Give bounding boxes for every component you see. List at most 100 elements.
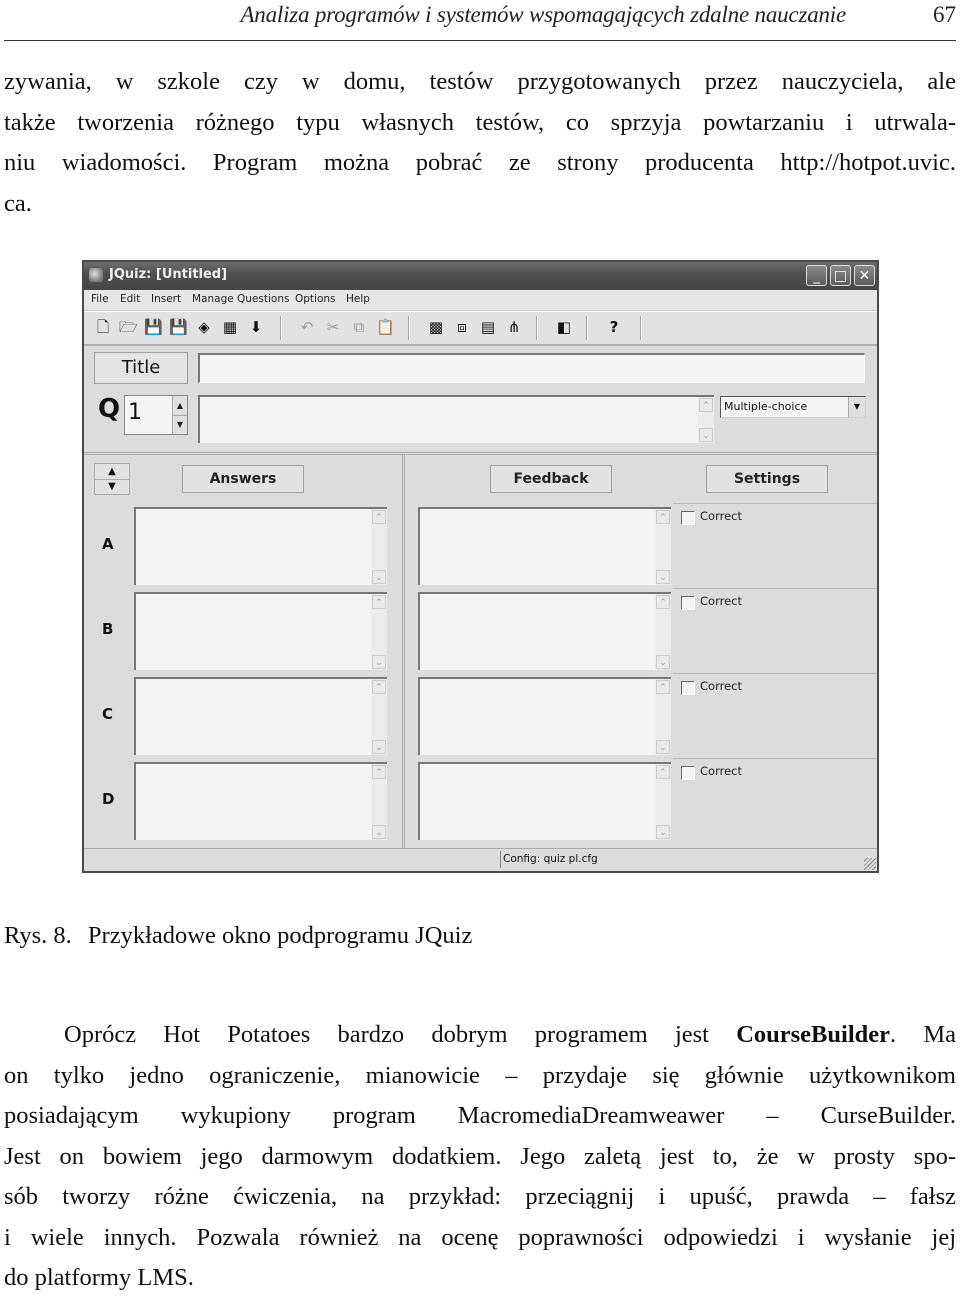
copy-icon[interactable]: ⧉ (350, 318, 368, 336)
help-icon[interactable]: ? (605, 318, 623, 336)
question-text-input[interactable]: ⌃ ⌄ (198, 395, 714, 443)
feedback-b-input[interactable]: ⌃ ⌄ (418, 592, 671, 670)
download-arrow-icon[interactable]: ⬇ (247, 318, 265, 336)
scrollbar[interactable]: ⌃ ⌄ (655, 594, 671, 670)
text-line-content: Oprócz Hot Potatoes bardzo dobrym progra… (64, 1021, 956, 1048)
app-icon (89, 268, 103, 282)
menu-edit[interactable]: Edit (120, 293, 140, 305)
scrollbar[interactable]: ⌃ ⌄ (371, 509, 387, 585)
answer-d-input[interactable]: ⌃ ⌄ (134, 762, 387, 840)
feedback-a-input[interactable]: ⌃ ⌄ (418, 507, 671, 585)
move-down-icon[interactable]: ▼ (95, 479, 129, 494)
scrollbar[interactable]: ⌃ ⌄ (371, 679, 387, 755)
text-line: do platformy LMS. (4, 1264, 194, 1291)
product-name: CourseBuilder (736, 1021, 890, 1048)
scrollbar[interactable]: ⌃ ⌄ (655, 679, 671, 755)
scroll-down-icon[interactable]: ⌄ (656, 825, 670, 839)
add-picture-icon[interactable]: ▩ (427, 318, 445, 336)
menu-bar: File Edit Insert Manage Questions Option… (84, 290, 877, 311)
answers-button[interactable]: Answers (182, 465, 304, 493)
correct-c-checkbox[interactable] (681, 681, 695, 695)
scrollbar[interactable]: ⌃ ⌄ (655, 764, 671, 840)
cut-icon[interactable]: ✂ (324, 318, 342, 336)
correct-b-checkbox[interactable] (681, 596, 695, 610)
text-line: sób tworzy różne ćwiczenia, na przykład:… (4, 1183, 956, 1210)
question-type-select[interactable]: Multiple-choice ▼ (720, 396, 866, 418)
config-icon[interactable]: ◧ (555, 318, 573, 336)
scrollbar[interactable]: ⌃ ⌄ (371, 764, 387, 840)
scroll-down-icon[interactable]: ⌄ (372, 655, 386, 669)
toolbar-separator (408, 316, 410, 340)
feedback-button[interactable]: Feedback (490, 465, 612, 493)
resize-grip-icon[interactable] (864, 858, 876, 870)
question-number-spinner[interactable]: 1 ▲ ▼ (124, 395, 188, 435)
chevron-down-icon[interactable]: ▼ (848, 397, 865, 417)
menu-manage-questions[interactable]: Manage Questions (192, 293, 289, 305)
scroll-down-icon[interactable]: ⌄ (656, 655, 670, 669)
scroll-up-icon[interactable]: ⌃ (372, 595, 386, 609)
answer-c-input[interactable]: ⌃ ⌄ (134, 677, 387, 755)
scroll-down-icon[interactable]: ⌄ (656, 740, 670, 754)
spin-down-icon[interactable]: ▼ (173, 415, 187, 434)
web-page-icon[interactable]: ◈ (195, 318, 213, 336)
status-bar: Config: quiz pl.cfg (84, 848, 877, 871)
scroll-up-icon[interactable]: ⌃ (372, 680, 386, 694)
answer-a-input[interactable]: ⌃ ⌄ (134, 507, 387, 585)
settings-c: Correct (673, 673, 877, 758)
scrollbar[interactable]: ⌃ ⌄ (655, 509, 671, 585)
scroll-down-icon[interactable]: ⌄ (372, 740, 386, 754)
scroll-up-icon[interactable]: ⌃ (656, 510, 670, 524)
question-number: 1 (128, 400, 142, 425)
spin-up-icon[interactable]: ▲ (173, 396, 187, 416)
paste-icon[interactable]: 📋 (376, 318, 395, 336)
scroll-up-icon[interactable]: ⌃ (372, 510, 386, 524)
paragraph-coursebuilder: Oprócz Hot Potatoes bardzo dobrym progra… (4, 1015, 956, 1299)
export-web-icon[interactable]: ▤ (479, 318, 497, 336)
scroll-down-icon[interactable]: ⌄ (699, 428, 713, 442)
maximize-button[interactable]: □ (830, 265, 851, 286)
title-button[interactable]: Title (94, 352, 188, 384)
scroll-up-icon[interactable]: ⌃ (656, 765, 670, 779)
reorder-buttons: ▲ ▼ (94, 463, 130, 495)
new-file-icon[interactable]: 🗋 (94, 318, 112, 336)
minimize-button[interactable]: _ (806, 265, 827, 286)
menu-help[interactable]: Help (346, 293, 370, 305)
title-bar[interactable]: JQuiz: [Untitled] _ □ ✕ (84, 262, 877, 290)
feedback-d-input[interactable]: ⌃ ⌄ (418, 762, 671, 840)
scroll-down-icon[interactable]: ⌄ (372, 825, 386, 839)
scrollbar[interactable]: ⌃ ⌄ (698, 397, 714, 443)
text-line: ca. (4, 189, 32, 217)
scroll-up-icon[interactable]: ⌃ (699, 398, 713, 412)
insert-media-icon[interactable]: ⧈ (453, 318, 471, 336)
scrollbar[interactable]: ⌃ ⌄ (371, 594, 387, 670)
scroll-down-icon[interactable]: ⌄ (656, 570, 670, 584)
menu-options[interactable]: Options (295, 293, 336, 305)
figure-number: Rys. 8. (4, 922, 72, 949)
scroll-up-icon[interactable]: ⌃ (656, 595, 670, 609)
correct-label: Correct (700, 509, 742, 523)
title-input[interactable] (198, 353, 865, 383)
menu-insert[interactable]: Insert (151, 293, 181, 305)
save-as-icon[interactable]: 💾 (169, 318, 188, 336)
move-up-icon[interactable]: ▲ (95, 464, 129, 480)
undo-icon[interactable]: ↶ (298, 318, 316, 336)
correct-d-checkbox[interactable] (681, 766, 695, 780)
correct-label: Correct (700, 594, 742, 608)
correct-label: Correct (700, 679, 742, 693)
scroll-down-icon[interactable]: ⌄ (372, 570, 386, 584)
export-icon[interactable]: ▦ (221, 318, 239, 336)
correct-a-checkbox[interactable] (681, 511, 695, 525)
save-icon[interactable]: 💾 (144, 318, 163, 336)
scroll-up-icon[interactable]: ⌃ (372, 765, 386, 779)
open-folder-icon[interactable]: 🗁 (119, 318, 138, 336)
settings-button[interactable]: Settings (706, 465, 828, 493)
feedback-c-input[interactable]: ⌃ ⌄ (418, 677, 671, 755)
menu-file[interactable]: File (91, 293, 109, 305)
text-line: Jest on bowiem jego darmowym dodatkiem. … (4, 1142, 956, 1170)
window-title: JQuiz: [Untitled] (109, 267, 228, 282)
scroll-up-icon[interactable]: ⌃ (656, 680, 670, 694)
running-header: Analiza programów i systemów wspomagając… (0, 0, 960, 44)
close-button[interactable]: ✕ (854, 265, 875, 286)
answer-b-input[interactable]: ⌃ ⌄ (134, 592, 387, 670)
export-tree-icon[interactable]: ⋔ (505, 318, 523, 336)
